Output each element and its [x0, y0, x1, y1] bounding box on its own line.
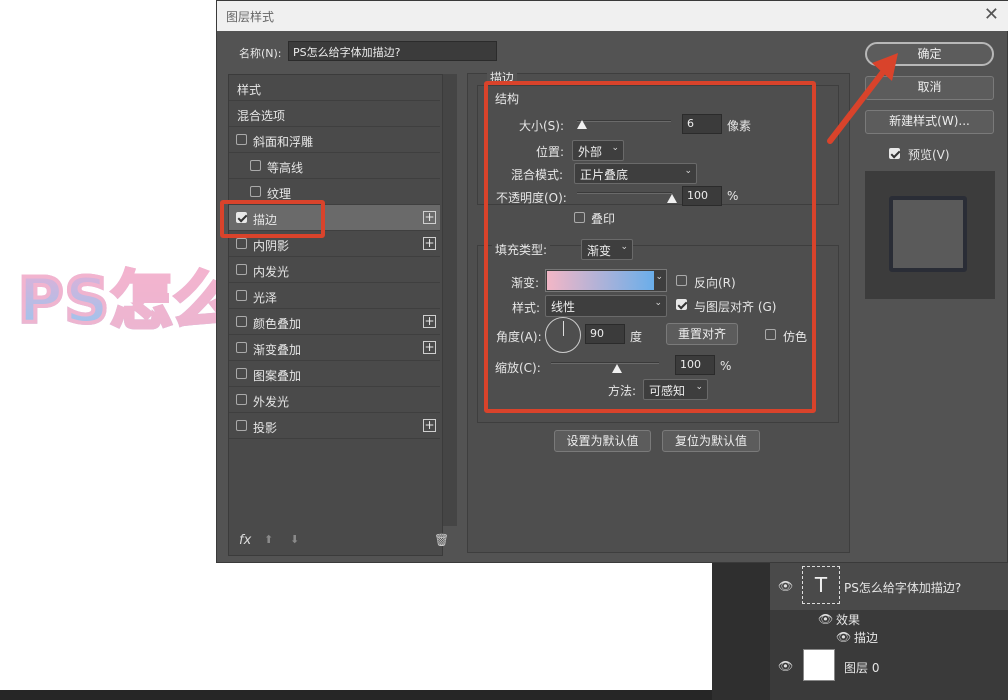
style-item-checkbox[interactable]	[236, 134, 247, 145]
layer-name: 图层 0	[844, 661, 880, 675]
style-list-header[interactable]: 样式	[229, 75, 440, 101]
canvas-text: PS怎么	[16, 250, 237, 340]
highlight-structure-panel	[484, 81, 816, 413]
stroke-effect-row[interactable]: 👁 描边	[770, 628, 1008, 646]
text-layer-thumbnail-icon: T	[802, 566, 840, 604]
eye-icon[interactable]: 👁	[778, 659, 793, 673]
style-item[interactable]: 渐变叠加 +	[229, 335, 440, 361]
style-item-checkbox[interactable]	[250, 186, 261, 197]
style-item-label: 光泽	[253, 291, 278, 305]
style-item-label: 图案叠加	[253, 369, 302, 383]
close-icon[interactable]: ✕	[984, 4, 999, 25]
eye-icon[interactable]: 👁	[836, 630, 851, 644]
style-item-checkbox[interactable]	[250, 160, 261, 171]
arrow-down-icon[interactable]: ⬇	[290, 533, 299, 546]
arrow-annotation-icon	[827, 53, 898, 144]
add-icon[interactable]: +	[423, 315, 436, 328]
style-item-checkbox[interactable]	[236, 316, 247, 327]
layer-style-dialog: 图层样式 ✕ 名称(N): PS怎么给字体加描边? 样式 混合选项 斜面和浮雕等…	[216, 0, 1008, 563]
style-item-label: 等高线	[267, 161, 304, 175]
style-item-checkbox[interactable]	[236, 394, 247, 405]
style-item-checkbox[interactable]	[236, 290, 247, 301]
style-item[interactable]: 等高线	[229, 153, 440, 179]
style-item-checkbox[interactable]	[236, 264, 247, 275]
canvas-bottom-bar	[0, 690, 712, 700]
name-label: 名称(N):	[239, 47, 282, 60]
style-item[interactable]: 光泽	[229, 283, 440, 309]
blend-options-item[interactable]: 混合选项	[229, 101, 440, 127]
style-item[interactable]: 外发光	[229, 387, 440, 413]
dialog-title: 图层样式	[226, 10, 275, 24]
eye-icon[interactable]: 👁	[778, 579, 793, 593]
add-icon[interactable]: +	[423, 419, 436, 432]
style-item-label: 内发光	[253, 265, 290, 279]
style-item[interactable]: 内发光	[229, 257, 440, 283]
highlight-stroke-item	[220, 200, 325, 238]
effects-label: 效果	[836, 613, 861, 627]
fx-icon[interactable]: fx	[239, 533, 251, 548]
layer-row-text[interactable]: 👁 T PS怎么给字体加描边?	[770, 560, 1008, 610]
style-item-label: 内阴影	[253, 239, 290, 253]
add-icon[interactable]: +	[423, 341, 436, 354]
trash-icon[interactable]: 🗑	[434, 533, 449, 547]
eye-icon[interactable]: 👁	[818, 612, 833, 626]
style-item-label: 颜色叠加	[253, 317, 302, 331]
style-item[interactable]: 投影 +	[229, 413, 440, 439]
layers-gutter	[712, 560, 770, 700]
style-item-label: 斜面和浮雕	[253, 135, 314, 149]
add-icon[interactable]: +	[423, 211, 436, 224]
style-item-checkbox[interactable]	[236, 368, 247, 379]
style-list-scrollbar[interactable]	[443, 74, 457, 526]
reset-default-button[interactable]: 复位为默认值	[662, 430, 760, 452]
layer-thumbnail	[803, 649, 835, 681]
style-item[interactable]: 斜面和浮雕	[229, 127, 440, 153]
style-item-label: 外发光	[253, 395, 290, 409]
layer-name: PS怎么给字体加描边?	[844, 581, 962, 595]
set-default-button[interactable]: 设置为默认值	[554, 430, 651, 452]
add-icon[interactable]: +	[423, 237, 436, 250]
style-item[interactable]: 图案叠加	[229, 361, 440, 387]
effects-row[interactable]: 👁 效果	[770, 610, 1008, 628]
dialog-titlebar: 图层样式 ✕	[217, 1, 1008, 31]
style-item[interactable]: 颜色叠加 +	[229, 309, 440, 335]
layers-panel: 👁 T PS怎么给字体加描边? 👁 效果 👁 描边 👁 图层 0	[712, 560, 1008, 700]
preview-thumbnail	[889, 196, 967, 272]
preview-label: 预览(V)	[908, 148, 950, 162]
style-item-label: 渐变叠加	[253, 343, 302, 357]
style-item-checkbox[interactable]	[236, 342, 247, 353]
stroke-effect-label: 描边	[854, 631, 879, 645]
layer-row-bg[interactable]: 👁 图层 0	[770, 646, 1008, 696]
style-list: 样式 混合选项 斜面和浮雕 等高线 纹理 描边 + 内阴影 + 内发光 光泽 颜色叠加 + 渐变叠加 +…	[228, 74, 449, 556]
style-item-label: 投影	[253, 421, 278, 435]
arrow-up-icon[interactable]: ⬆	[264, 533, 273, 546]
name-input[interactable]: PS怎么给字体加描边?	[288, 41, 497, 61]
style-item-checkbox[interactable]	[236, 420, 247, 431]
preview-area	[865, 171, 995, 299]
style-item-checkbox[interactable]	[236, 238, 247, 249]
preview-checkbox[interactable]	[889, 148, 900, 159]
